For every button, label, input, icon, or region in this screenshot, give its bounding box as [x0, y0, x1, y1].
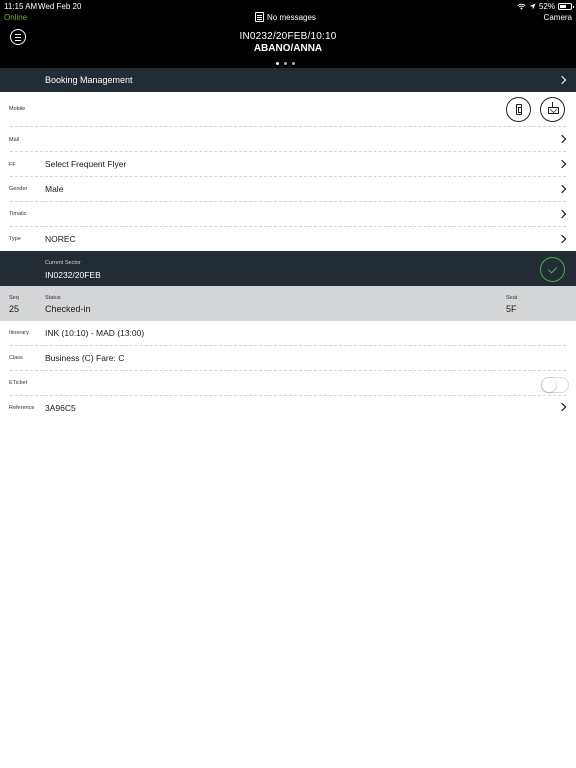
row-label: Mail — [9, 137, 20, 143]
row-itinerary: Itinerary INK (10:10) - MAD (13:00) — [0, 321, 576, 346]
row-label: Type — [9, 236, 21, 242]
row-label: Mobile — [9, 106, 26, 112]
chevron-right-icon — [557, 184, 567, 194]
row-label: Itinerary — [9, 330, 29, 336]
row-eticket: ETicket — [0, 371, 576, 396]
row-mobile[interactable]: Mobile — [0, 92, 576, 127]
seq-label: Seq — [9, 295, 19, 301]
page-dot[interactable] — [284, 62, 287, 65]
flight-title: IN0232/20FEB/10:10 — [239, 31, 337, 42]
status-label: Status — [45, 295, 61, 301]
segment-status-bar: Seq 25 Status Checked-in Seat 5F — [0, 286, 576, 321]
chevron-right-icon — [557, 402, 567, 412]
booking-management-label: Booking Management — [45, 75, 133, 85]
page-dot[interactable] — [292, 62, 295, 65]
row-value: Male — [45, 184, 64, 194]
chevron-right-icon — [557, 209, 567, 219]
row-value: NOREC — [45, 234, 76, 244]
chevron-right-icon — [557, 75, 567, 85]
chevron-right-icon — [557, 159, 567, 169]
row-reference[interactable]: Reference 3A96C5 — [0, 396, 576, 420]
row-gender[interactable]: Gender Male — [0, 177, 576, 202]
battery-percent: 52% — [538, 2, 555, 11]
row-value: 3A96C5 — [45, 403, 76, 413]
page-indicator[interactable] — [276, 62, 295, 65]
row-frequent-flyer[interactable]: FF Select Frequent Flyer — [0, 152, 576, 177]
passenger-name: ABANO/ANNA — [253, 43, 323, 54]
page-dot[interactable] — [276, 62, 279, 65]
row-class: Class Business (C) Fare: C — [0, 346, 576, 371]
row-label: Class — [9, 355, 23, 361]
row-type[interactable]: Type NOREC — [0, 227, 576, 251]
messages-indicator[interactable]: No messages — [255, 12, 316, 22]
row-label: ETicket — [9, 380, 28, 386]
app-header: 11:15 AM Wed Feb 20 52% Online Camera No… — [0, 0, 576, 68]
checkmark-icon[interactable] — [540, 257, 565, 282]
row-value: Business (C) Fare: C — [45, 353, 125, 363]
status-indicators: 52% — [517, 2, 574, 11]
seat-value: 5F — [506, 304, 517, 314]
row-timatic[interactable]: Timatic — [0, 202, 576, 227]
row-label: FF — [9, 162, 16, 168]
battery-icon — [558, 3, 574, 10]
connection-status: Online — [4, 13, 28, 22]
status-value: Checked-in — [45, 304, 91, 314]
messages-icon — [255, 12, 264, 22]
current-sector-value: IN0232/20FEB — [45, 270, 101, 280]
location-arrow-icon — [529, 3, 536, 10]
mail-send-icon[interactable] — [540, 97, 565, 122]
messages-label: No messages — [267, 12, 316, 22]
row-label: Timatic — [9, 211, 27, 217]
seq-value: 25 — [9, 304, 20, 314]
row-label: Reference — [9, 405, 35, 411]
chevron-right-icon — [557, 234, 567, 244]
status-time: 11:15 AM — [4, 2, 38, 11]
booking-management-bar[interactable]: Booking Management — [0, 68, 576, 92]
row-mail[interactable]: Mail — [0, 127, 576, 152]
phone-icon[interactable] — [506, 97, 531, 122]
eticket-toggle[interactable] — [541, 377, 569, 393]
seat-label: Seat — [506, 295, 518, 301]
camera-link[interactable]: Camera — [544, 13, 572, 22]
row-label: Gender — [9, 186, 28, 192]
chevron-right-icon — [557, 134, 567, 144]
current-sector-label: Current Sector — [45, 260, 81, 266]
current-sector-bar: Current Sector IN0232/20FEB — [0, 251, 576, 286]
row-value: INK (10:10) - MAD (13:00) — [45, 328, 145, 338]
row-value: Select Frequent Flyer — [45, 159, 127, 169]
status-date: Wed Feb 20 — [38, 2, 82, 11]
wifi-icon — [517, 3, 526, 10]
